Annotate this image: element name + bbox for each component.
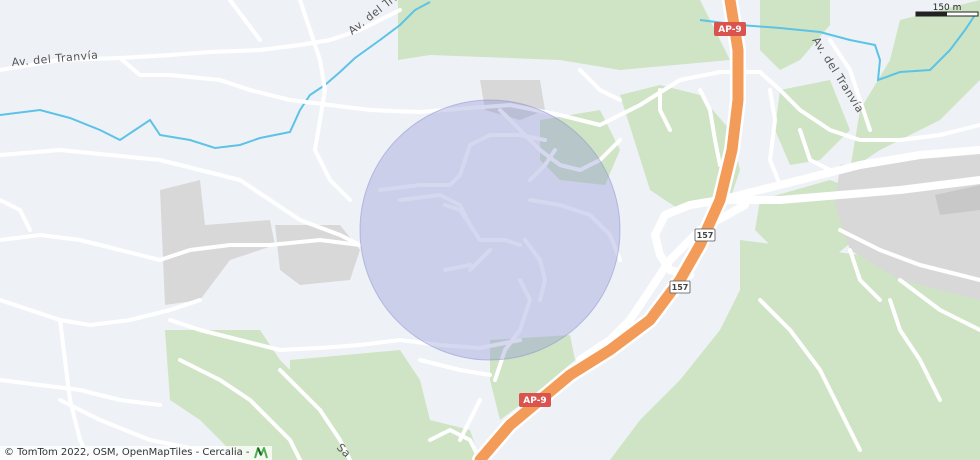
svg-text:AP-9: AP-9 bbox=[718, 25, 741, 35]
ap9-shield-north: AP-9 bbox=[714, 22, 746, 36]
attribution-text: © TomTom 2022, OSM, OpenMapTiles - Cerca… bbox=[4, 447, 250, 458]
cercalia-logo-icon bbox=[253, 447, 268, 459]
map-attribution: © TomTom 2022, OSM, OpenMapTiles - Cerca… bbox=[0, 446, 272, 460]
svg-text:157: 157 bbox=[672, 283, 689, 292]
road-157-shield-b: 157 bbox=[669, 280, 691, 294]
road-157-shield-a: 157 bbox=[694, 228, 716, 242]
location-accuracy-circle bbox=[359, 99, 621, 361]
svg-text:AP-9: AP-9 bbox=[523, 396, 546, 406]
map-view[interactable]: Av. del Tranvía Av. del Tranvía Av. del … bbox=[0, 0, 980, 460]
svg-text:157: 157 bbox=[697, 231, 714, 240]
ap9-shield-south: AP-9 bbox=[519, 393, 551, 407]
map-canvas[interactable]: Av. del Tranvía Av. del Tranvía Av. del … bbox=[0, 0, 980, 460]
